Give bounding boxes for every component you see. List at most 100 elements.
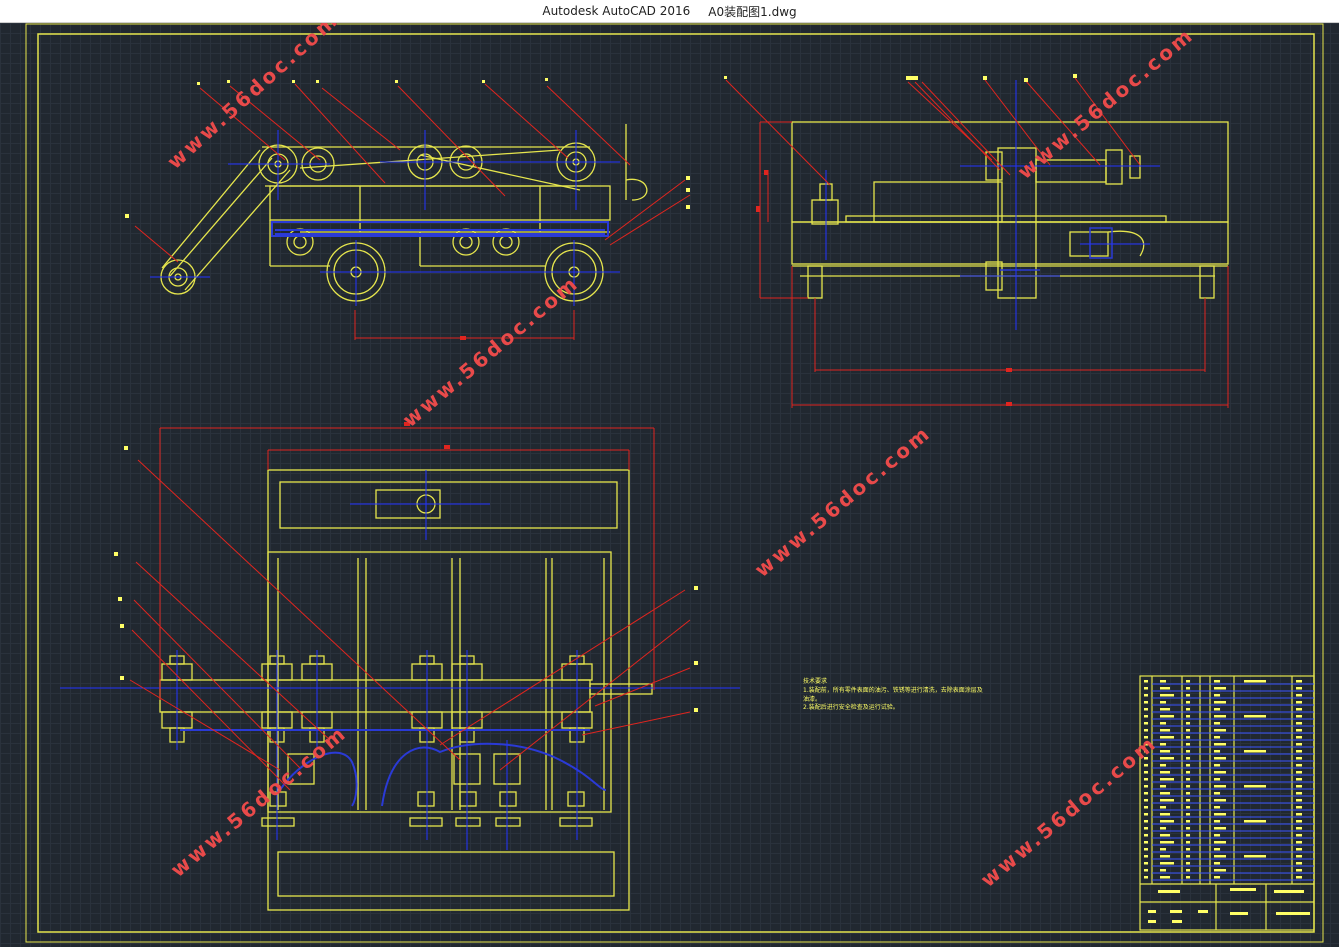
bom-text-mark	[1144, 694, 1148, 697]
bom-text-mark	[1296, 813, 1302, 816]
bom-text-mark	[1160, 876, 1170, 879]
bom-text-mark	[1186, 736, 1190, 739]
bom-text-mark	[1214, 799, 1226, 802]
drawing-canvas[interactable]: 技术要求 1.装配前，所有零件表面的油污、铁锈等进行清洗，去除表面涂层及 油漆。…	[0, 23, 1339, 947]
top-view	[159, 469, 653, 911]
title-block-text-mark	[1158, 890, 1180, 893]
bom-text-mark	[1296, 764, 1302, 767]
front-dimension-text	[460, 336, 466, 340]
bom-text-mark	[1214, 792, 1220, 795]
watermark: www.56doc.com	[162, 23, 343, 174]
bom-text-mark	[1214, 848, 1220, 851]
bom-text-mark	[1186, 799, 1190, 802]
tech-notes-line-3: 2.装配后进行安全检查及运行试验。	[803, 703, 899, 711]
bom-text-mark	[1214, 785, 1226, 788]
bom-text-mark	[1160, 869, 1166, 872]
bom-text-mark	[1186, 806, 1190, 809]
app-title: Autodesk AutoCAD 2016	[542, 4, 691, 18]
watermark: www.56doc.com	[398, 270, 584, 431]
title-block-text-mark	[1148, 910, 1156, 913]
bom-text-mark	[1296, 792, 1302, 795]
bom-text-mark	[1186, 848, 1190, 851]
bom-text-mark	[1296, 862, 1302, 865]
bom-text-mark	[1160, 687, 1170, 690]
bom-text-mark	[1144, 813, 1148, 816]
side-view-labels	[724, 74, 1077, 82]
bom-text-mark	[1296, 820, 1302, 823]
tech-notes-heading: 技术要求	[803, 677, 827, 685]
title-block-text-mark	[1274, 890, 1304, 893]
bom-text-mark	[1186, 862, 1190, 865]
bom-text-mark	[1144, 680, 1148, 683]
bom-text-mark	[1144, 827, 1148, 830]
watermark-layer: www.56doc.com www.56doc.com www.56doc.co…	[162, 23, 1198, 892]
bom-text-mark	[1296, 687, 1302, 690]
bom-text-mark	[1186, 820, 1190, 823]
bom-text-mark	[1244, 715, 1266, 718]
bom-text-mark	[1144, 834, 1148, 837]
bom-text-mark	[1144, 715, 1148, 718]
bom-text-mark	[1186, 764, 1190, 767]
bom-text-mark	[1160, 848, 1166, 851]
bom-text-mark	[1144, 848, 1148, 851]
bom-text-mark	[1160, 827, 1166, 830]
bom-text-mark	[1144, 820, 1148, 823]
bom-text-mark	[1186, 827, 1190, 830]
front-view-labels	[125, 78, 690, 218]
bom-text-mark	[1244, 680, 1266, 683]
title-block-text-mark	[1170, 910, 1182, 913]
outer-sheet-border	[25, 23, 1324, 943]
bom-text	[1144, 680, 1310, 923]
bom-text-mark	[1214, 820, 1220, 823]
bom-text-mark	[1160, 750, 1170, 753]
bom-text-mark	[1214, 827, 1226, 830]
watermark: www.56doc.com	[750, 420, 936, 581]
bom-text-mark	[1296, 834, 1302, 837]
bom-text-mark	[1144, 687, 1148, 690]
bom-text-mark	[1296, 771, 1302, 774]
bom-text-mark	[1186, 876, 1190, 879]
bom-text-mark	[1214, 876, 1220, 879]
bom-text-mark	[1144, 701, 1148, 704]
bom-text-mark	[1296, 701, 1302, 704]
bom-text-mark	[1160, 855, 1170, 858]
bom-text-mark	[1160, 771, 1170, 774]
bom-text-mark	[1160, 806, 1166, 809]
bom-text-mark	[1186, 785, 1190, 788]
bom-rows	[1152, 683, 1314, 881]
bom-text-mark	[1214, 743, 1226, 746]
side-view-centerlines	[825, 80, 1160, 330]
watermark: www.56doc.com	[976, 730, 1162, 891]
bom-text-mark	[1214, 680, 1220, 683]
bom-text-mark	[1244, 855, 1266, 858]
bom-text-mark	[1144, 862, 1148, 865]
bom-text-mark	[1186, 715, 1190, 718]
bom-text-mark	[1214, 750, 1220, 753]
bom-text-mark	[1144, 764, 1148, 767]
top-view-hidden	[180, 729, 607, 807]
bom-text-mark	[1296, 722, 1302, 725]
bom-text-mark	[1186, 855, 1190, 858]
bom-text-mark	[1160, 834, 1170, 837]
bom-text-mark	[1160, 764, 1166, 767]
bom-text-mark	[1296, 799, 1302, 802]
bom-text-mark	[1214, 694, 1220, 697]
bom-text-mark	[1186, 834, 1190, 837]
bom-text-mark	[1296, 708, 1302, 711]
bom-text-mark	[1186, 743, 1190, 746]
cad-drawing: 技术要求 1.装配前，所有零件表面的油污、铁锈等进行清洗，去除表面涂层及 油漆。…	[25, 23, 1324, 943]
side-view-leaders	[725, 77, 1229, 408]
title-block-text-mark	[1148, 920, 1156, 923]
bom-text-mark	[1186, 729, 1190, 732]
file-name: A0装配图1.dwg	[708, 4, 797, 19]
bom-text-mark	[1144, 799, 1148, 802]
bom-text-mark	[1160, 785, 1166, 788]
bom-text-mark	[1160, 820, 1174, 823]
bom-text-mark	[1144, 708, 1148, 711]
bom-text-mark	[1296, 743, 1302, 746]
bom-text-mark	[1160, 813, 1170, 816]
bom-text-mark	[1144, 855, 1148, 858]
bom-text-mark	[1214, 778, 1220, 781]
bom-text-mark	[1144, 869, 1148, 872]
bom-text-mark	[1186, 701, 1190, 704]
